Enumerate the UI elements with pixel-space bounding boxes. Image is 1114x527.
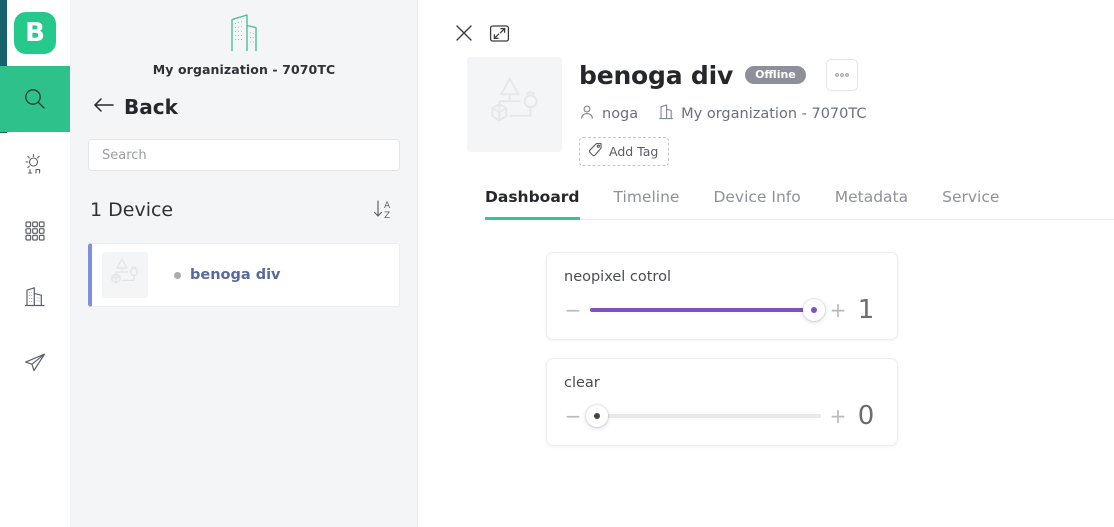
back-label: Back: [124, 95, 178, 119]
icon-rail: B: [0, 0, 70, 527]
organization-header: My organization - 7070TC: [88, 0, 400, 77]
organizations-icon: [658, 103, 674, 124]
list-item[interactable]: benoga div: [88, 243, 400, 307]
organizations-icon: [22, 284, 48, 310]
iot-device-placeholder-icon: [482, 73, 548, 137]
slider-knob[interactable]: [585, 405, 608, 427]
rail-item-search[interactable]: [0, 66, 70, 132]
organization-building-icon: [225, 10, 263, 58]
tab-dashboard[interactable]: Dashboard: [485, 188, 580, 220]
svg-text:Z: Z: [384, 211, 390, 221]
slider-track: [590, 414, 821, 418]
send-paper-plane-icon: [22, 350, 48, 376]
device-avatar: [467, 57, 562, 152]
add-tag-label: Add Tag: [609, 143, 659, 159]
decrement-button[interactable]: −: [564, 300, 582, 320]
rail-item-things[interactable]: [0, 132, 70, 198]
status-badge: Offline: [745, 66, 806, 84]
device-count-label: 1 Device: [90, 199, 174, 221]
tab-metadata[interactable]: Metadata: [835, 188, 908, 220]
rail-item-organizations[interactable]: [0, 264, 70, 330]
tab-timeline[interactable]: Timeline: [614, 188, 680, 220]
device-meta: noga My organization - 7070TC: [579, 103, 887, 124]
widget-title: neopixel cotrol: [564, 269, 671, 285]
rail-item-applications[interactable]: [0, 198, 70, 264]
slider-control: − + 0: [564, 403, 879, 429]
tab-bar: Dashboard Timeline Device Info Metadata …: [485, 188, 1114, 220]
iot-device-placeholder-icon: [106, 256, 144, 294]
slider-knob[interactable]: [803, 299, 826, 321]
widget-value: 1: [857, 295, 875, 325]
tag-icon: [588, 142, 603, 160]
device-owner[interactable]: noga: [579, 104, 638, 124]
device-organization-label: My organization - 7070TC: [681, 105, 867, 122]
device-detail-panel: benoga div Offline noga My organization …: [418, 0, 1114, 527]
back-button[interactable]: Back: [88, 95, 400, 119]
increment-button[interactable]: +: [829, 300, 847, 320]
decrement-button[interactable]: −: [564, 406, 582, 426]
slider-knob-dot: [593, 413, 600, 419]
device-thumbnail: [102, 252, 148, 298]
slider-track-wrapper[interactable]: [585, 405, 821, 427]
widget-card-clear: clear − + 0: [546, 358, 898, 446]
expand-icon[interactable]: [489, 23, 510, 44]
grid-apps-icon: [23, 219, 47, 243]
slider-track-wrapper[interactable]: [590, 299, 826, 321]
tab-device-info[interactable]: Device Info: [713, 188, 800, 220]
user-icon: [579, 104, 595, 124]
slider-knob-dot: [811, 307, 818, 313]
search-icon: [22, 86, 48, 112]
things-icon: [22, 152, 48, 178]
slider-fill: [590, 308, 815, 312]
more-options-button[interactable]: [825, 59, 858, 91]
page-title: benoga div: [579, 60, 734, 90]
device-info: benoga div Offline noga My organization …: [579, 57, 887, 166]
device-organization[interactable]: My organization - 7070TC: [658, 103, 867, 124]
list-item-label: benoga div: [190, 267, 281, 283]
app-root: B My organization - 7070TC Back Search 1…: [0, 0, 1114, 527]
slider-control: − + 1: [564, 297, 879, 323]
device-title-row: benoga div Offline: [579, 59, 887, 91]
app-logo[interactable]: B: [0, 0, 70, 66]
tab-service[interactable]: Service: [942, 188, 999, 220]
dashboard-widgets: neopixel cotrol − + 1 clear − + 0: [546, 252, 1114, 446]
increment-button[interactable]: +: [829, 406, 847, 426]
svg-text:A: A: [384, 201, 391, 211]
close-icon[interactable]: [453, 22, 475, 44]
organization-name: My organization - 7070TC: [152, 62, 336, 77]
widget-card-neopixel-cotrol: neopixel cotrol − + 1: [546, 252, 898, 340]
add-tag-button[interactable]: Add Tag: [579, 137, 670, 166]
device-header: benoga div Offline noga My organization …: [467, 57, 1114, 166]
rail-item-messages[interactable]: [0, 330, 70, 396]
arrow-left-icon: [93, 97, 115, 117]
sort-az-button[interactable]: A Z: [370, 197, 396, 223]
app-logo-letter: B: [14, 12, 56, 54]
status-dot: [174, 271, 181, 279]
device-owner-label: noga: [602, 105, 639, 122]
widget-title: clear: [564, 375, 600, 391]
panel-controls: [453, 0, 1114, 44]
device-list-panel: My organization - 7070TC Back 1 Device A…: [70, 0, 418, 527]
search-input[interactable]: [102, 147, 386, 163]
device-count-row: 1 Device A Z: [88, 197, 400, 223]
widget-value: 0: [857, 401, 875, 431]
search-field-wrapper[interactable]: [88, 139, 400, 171]
